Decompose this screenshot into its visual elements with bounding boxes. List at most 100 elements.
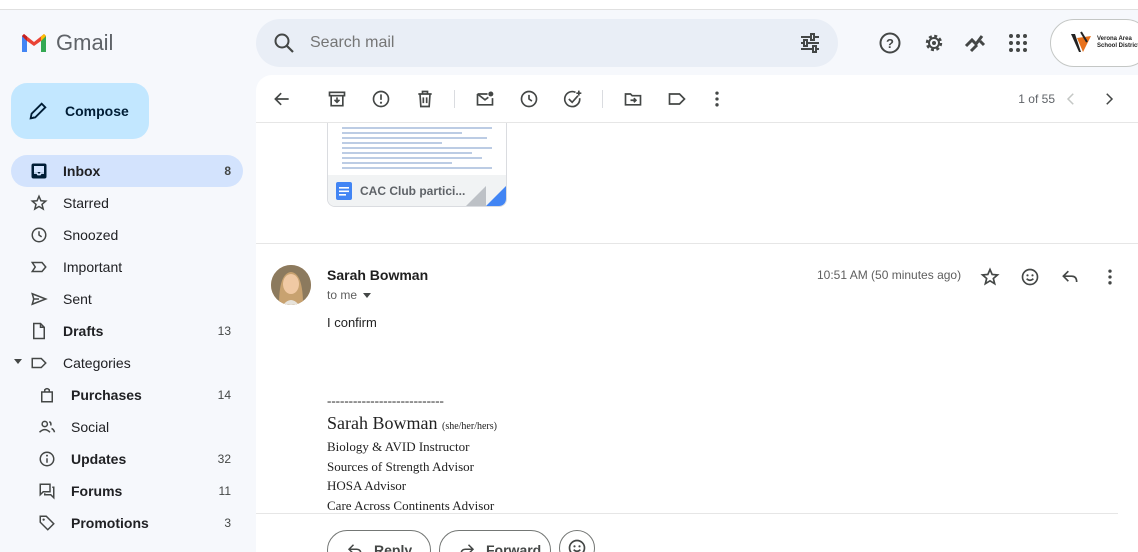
- sidebar-item-label: Sent: [63, 291, 92, 307]
- google-docs-icon: [336, 182, 352, 200]
- details-dropdown-icon[interactable]: [363, 292, 372, 298]
- delete-trash-icon[interactable]: [413, 87, 437, 111]
- account-org-name: Verona Area School District: [1097, 36, 1138, 49]
- pencil-icon: [29, 102, 47, 120]
- reply-button[interactable]: Reply: [327, 530, 431, 552]
- emoji-reaction-button[interactable]: [559, 530, 595, 552]
- search-input[interactable]: [310, 34, 780, 52]
- inbox-icon: [29, 161, 49, 181]
- message-divider: [256, 243, 1138, 244]
- newer-chevron-left-icon[interactable]: [1059, 87, 1083, 111]
- forums-count: 11: [218, 484, 231, 498]
- forum-icon: [37, 481, 57, 501]
- browser-top-edge: [0, 0, 1138, 10]
- add-to-tasks-icon[interactable]: [561, 87, 585, 111]
- sidebar-item-label: Social: [71, 419, 110, 435]
- sender-name[interactable]: Sarah Bowman: [327, 267, 428, 283]
- svg-text:?: ?: [886, 36, 894, 51]
- sidebar-item-label: Promotions: [71, 515, 149, 531]
- promotions-count: 3: [224, 516, 231, 530]
- shopping-bag-icon: [37, 385, 57, 405]
- forward-button[interactable]: Forward: [439, 530, 551, 552]
- gmail-logo[interactable]: Gmail: [20, 30, 113, 56]
- attachment-card[interactable]: CAC Club partici...: [327, 123, 507, 207]
- toolbar-divider: [602, 90, 603, 108]
- search-icon[interactable]: [272, 31, 296, 55]
- report-spam-icon[interactable]: [369, 87, 393, 111]
- sidebar-item-promotions[interactable]: Promotions 3: [11, 507, 243, 539]
- sidebar-item-sent[interactable]: Sent: [11, 283, 243, 315]
- search-bar[interactable]: [256, 19, 838, 67]
- more-options-icon[interactable]: [705, 87, 729, 111]
- message-timestamp: 10:51 AM (50 minutes ago): [817, 268, 962, 282]
- archive-icon[interactable]: [325, 87, 349, 111]
- older-chevron-right-icon[interactable]: [1097, 87, 1121, 111]
- compose-button[interactable]: Compose: [11, 83, 149, 139]
- signature-title: Sources of Strength Advisor: [327, 459, 474, 474]
- label-icon: [29, 353, 49, 373]
- sidebar-nav: Inbox 8 Starred Snoozed Important Sent D…: [11, 155, 243, 539]
- signature-title: HOSA Advisor: [327, 478, 407, 493]
- recipient-label: to me: [327, 288, 358, 302]
- emoji-react-icon[interactable]: [1018, 265, 1042, 289]
- message-body: I confirm: [327, 315, 377, 330]
- sidebar-item-label: Drafts: [63, 323, 104, 339]
- apps-grid-icon[interactable]: [1005, 30, 1031, 56]
- send-icon: [29, 289, 49, 309]
- sidebar-item-label: Categories: [63, 355, 131, 371]
- star-icon[interactable]: [978, 265, 1002, 289]
- school-district-logo: [1071, 31, 1091, 52]
- reply-label: Reply: [374, 542, 413, 552]
- mark-unread-icon[interactable]: [473, 87, 497, 111]
- settings-gear-icon[interactable]: [921, 30, 947, 56]
- unread-count: 8: [224, 164, 231, 178]
- search-options-icon[interactable]: [798, 31, 822, 55]
- sidebar-item-starred[interactable]: Starred: [11, 187, 243, 219]
- purchases-count: 14: [217, 388, 231, 402]
- attachment-fold-corner: [466, 186, 486, 206]
- message-end-divider: [256, 513, 1118, 514]
- sidebar-item-snoozed[interactable]: Snoozed: [11, 219, 243, 251]
- app-name: Gmail: [56, 30, 114, 55]
- recipient-details[interactable]: to me: [327, 288, 372, 302]
- sender-avatar[interactable]: [271, 265, 311, 305]
- sidebar-item-categories[interactable]: Categories: [11, 347, 243, 379]
- updates-count: 32: [217, 452, 231, 466]
- sidebar-item-label: Purchases: [71, 387, 142, 403]
- message-toolbar: 1 of 55: [256, 75, 1138, 123]
- sidebar-item-forums[interactable]: Forums 11: [11, 475, 243, 507]
- forward-label: Forward: [486, 542, 542, 552]
- sidebar-item-label: Snoozed: [63, 227, 119, 243]
- attachment-type-corner: [486, 186, 506, 206]
- expand-caret-icon[interactable]: [14, 359, 22, 364]
- snooze-clock-icon[interactable]: [517, 87, 541, 111]
- sidebar-item-label: Important: [63, 259, 123, 275]
- attachment-preview: [328, 123, 506, 175]
- reply-icon: [347, 544, 362, 552]
- sidebar-item-social[interactable]: Social: [11, 411, 243, 443]
- gemini-sparkle-icon[interactable]: [962, 30, 988, 56]
- star-icon: [29, 193, 49, 213]
- signature-name-line: Sarah Bowman (she/her/hers): [327, 413, 497, 434]
- signature-pronouns: (she/her/hers): [441, 421, 497, 432]
- help-icon[interactable]: ?: [877, 30, 903, 56]
- forward-icon: [460, 544, 475, 552]
- sidebar-item-important[interactable]: Important: [11, 251, 243, 283]
- back-arrow-icon[interactable]: [270, 87, 294, 111]
- draft-file-icon: [29, 321, 49, 341]
- sidebar-item-drafts[interactable]: Drafts 13: [11, 315, 243, 347]
- move-to-folder-icon[interactable]: [621, 87, 645, 111]
- compose-label: Compose: [65, 103, 129, 119]
- message-more-icon[interactable]: [1098, 265, 1122, 289]
- sidebar-item-label: Starred: [63, 195, 109, 211]
- sidebar-item-label: Updates: [71, 451, 127, 467]
- sidebar-item-updates[interactable]: Updates 32: [11, 443, 243, 475]
- attachment-filename: CAC Club partici...: [360, 184, 466, 198]
- sidebar-item-inbox[interactable]: Inbox 8: [11, 155, 243, 187]
- account-switcher[interactable]: Verona Area School District: [1050, 19, 1138, 67]
- signature-name: Sarah Bowman: [327, 413, 438, 433]
- reply-arrow-icon[interactable]: [1058, 265, 1082, 289]
- label-tag-icon[interactable]: [665, 87, 689, 111]
- pagination-count: 1 of 55: [1018, 92, 1055, 106]
- sidebar-item-purchases[interactable]: Purchases 14: [11, 379, 243, 411]
